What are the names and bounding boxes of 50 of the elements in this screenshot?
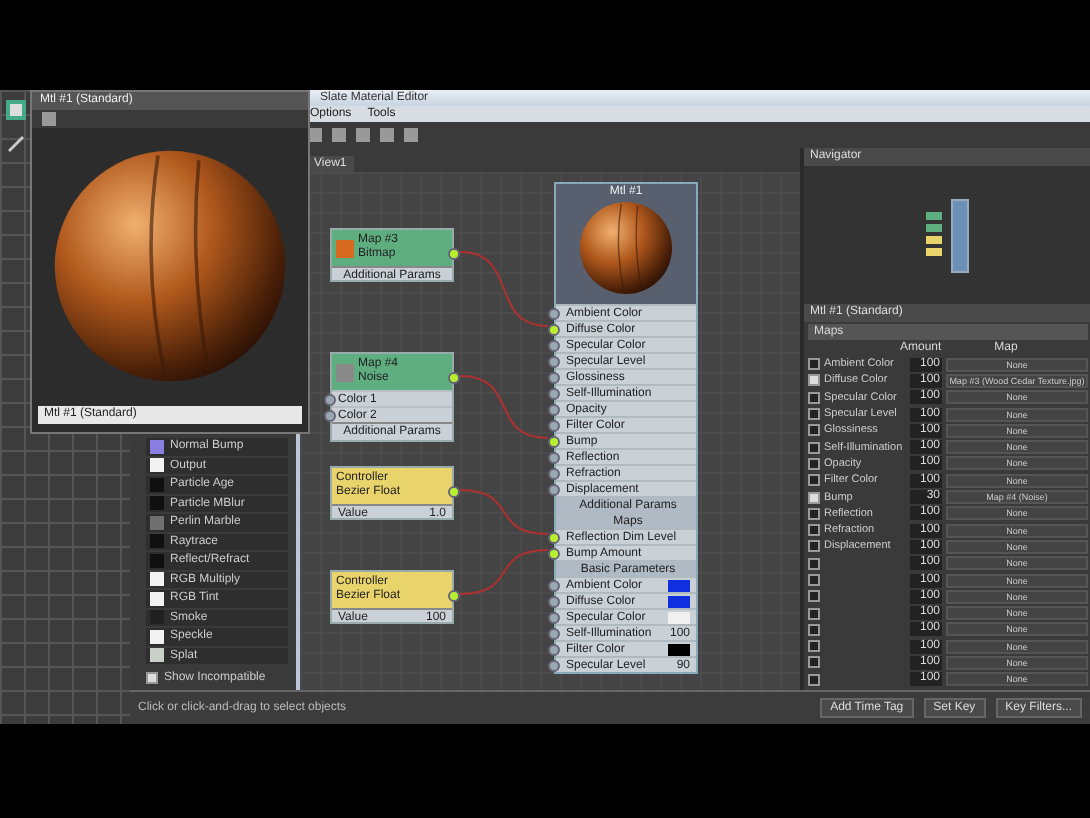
checkbox[interactable] bbox=[808, 673, 820, 686]
checkbox[interactable] bbox=[808, 408, 820, 421]
input-port[interactable] bbox=[548, 308, 560, 320]
color-swatch[interactable] bbox=[668, 611, 690, 623]
input-port[interactable] bbox=[548, 404, 560, 416]
checkbox[interactable] bbox=[808, 574, 820, 586]
material-node[interactable] bbox=[554, 182, 698, 674]
input-port[interactable] bbox=[548, 436, 560, 448]
checkbox[interactable] bbox=[808, 474, 820, 487]
checkbox[interactable] bbox=[808, 623, 820, 636]
checkbox[interactable] bbox=[808, 557, 820, 570]
input-port[interactable] bbox=[548, 372, 560, 384]
input-port[interactable] bbox=[548, 452, 560, 464]
checkbox[interactable] bbox=[808, 358, 820, 371]
input-port[interactable] bbox=[548, 548, 560, 560]
checkbox[interactable] bbox=[808, 424, 820, 437]
map-thumbnail bbox=[336, 239, 354, 257]
input-port[interactable] bbox=[548, 340, 560, 352]
wire bbox=[459, 375, 549, 439]
checkbox[interactable] bbox=[808, 590, 820, 603]
input-port[interactable] bbox=[548, 420, 560, 432]
checkbox[interactable] bbox=[808, 391, 820, 404]
tool-icon[interactable] bbox=[40, 110, 58, 128]
color-swatch[interactable] bbox=[668, 595, 690, 607]
input-port[interactable] bbox=[548, 532, 560, 544]
pencil-icon[interactable] bbox=[4, 130, 28, 154]
checkbox[interactable] bbox=[808, 524, 820, 537]
checkbox[interactable] bbox=[808, 507, 820, 520]
checkbox[interactable] bbox=[808, 656, 820, 669]
checkbox[interactable] bbox=[808, 491, 820, 504]
checkbox[interactable] bbox=[808, 374, 820, 387]
checkbox[interactable] bbox=[808, 457, 820, 470]
checkbox[interactable] bbox=[808, 441, 820, 454]
checkbox[interactable] bbox=[146, 672, 158, 684]
checkbox[interactable] bbox=[808, 540, 820, 553]
checkbox[interactable] bbox=[808, 640, 820, 653]
input-port[interactable] bbox=[548, 356, 560, 368]
toolbar-icon[interactable] bbox=[4, 98, 28, 122]
wire bbox=[459, 251, 549, 327]
map-thumbnail bbox=[336, 363, 354, 381]
color-swatch[interactable] bbox=[668, 643, 690, 655]
wire bbox=[459, 549, 549, 595]
input-port[interactable] bbox=[548, 324, 560, 336]
sphere-drawing bbox=[578, 200, 674, 296]
checkbox[interactable] bbox=[808, 607, 820, 620]
input-port[interactable] bbox=[548, 468, 560, 480]
input-port[interactable] bbox=[548, 484, 560, 496]
input-port[interactable] bbox=[548, 388, 560, 400]
color-swatch[interactable] bbox=[668, 579, 690, 591]
wire bbox=[459, 489, 549, 535]
